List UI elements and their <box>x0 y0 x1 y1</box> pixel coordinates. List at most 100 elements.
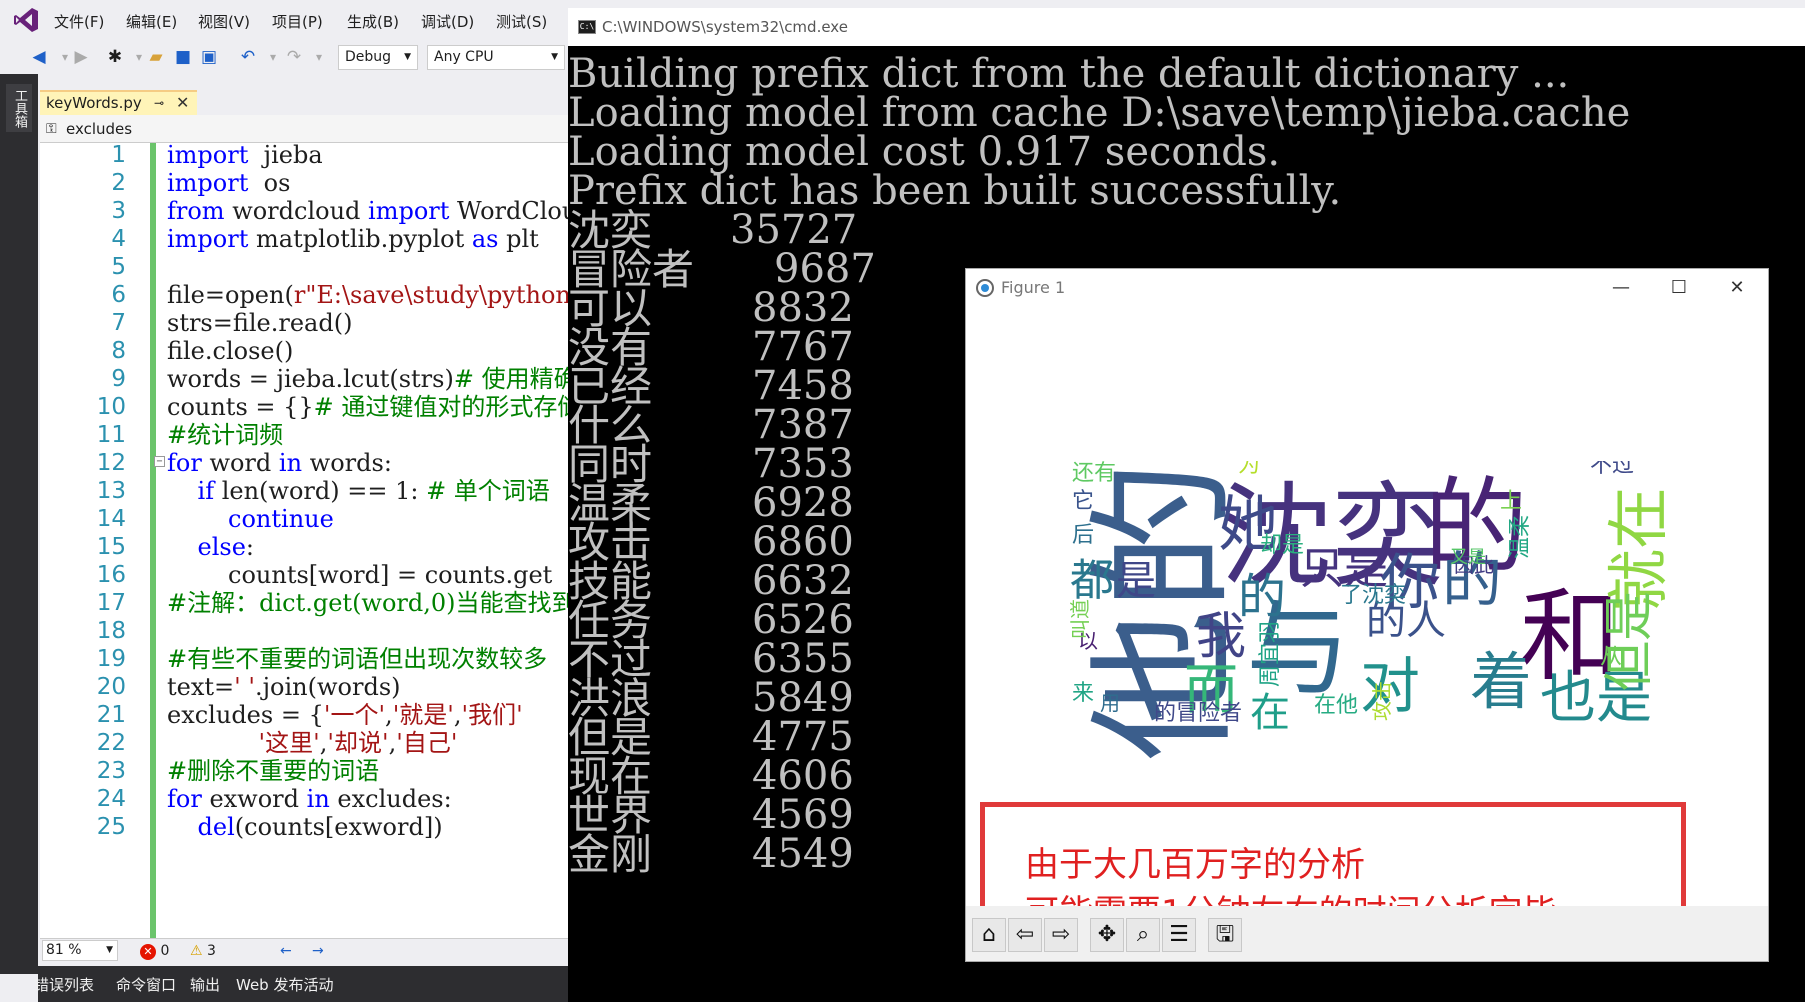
string-token: '就是' <box>392 701 454 729</box>
string-token: r"E:\save\study\python <box>293 281 571 309</box>
menu-build[interactable]: 生成(B) <box>347 11 399 32</box>
keyword-token: import <box>368 197 450 225</box>
code-token: os <box>248 169 291 197</box>
menu-project[interactable]: 项目(P) <box>272 11 323 32</box>
save-icon[interactable]: ■ <box>172 46 194 68</box>
code-editor[interactable]: 1 import jieba 2 import os 3 from wordcloud i… <box>40 143 606 938</box>
figure-title: Figure 1 <box>1001 278 1066 297</box>
code-token: words = jieba.lcut(strs) <box>167 365 454 393</box>
code-token: counts = {} <box>167 393 314 421</box>
open-folder-icon[interactable]: ▰ <box>145 46 167 68</box>
tab-command-window[interactable]: 命令窗口 <box>116 974 176 995</box>
close-button[interactable]: ✕ <box>1708 269 1766 307</box>
menu-debug[interactable]: 调试(D) <box>421 11 474 32</box>
visual-studio-logo-icon <box>14 8 38 32</box>
configure-icon[interactable]: ☰ <box>1162 918 1196 952</box>
cloud-word: 还有 <box>1072 461 1117 486</box>
keyword-token: del <box>197 813 235 841</box>
chevron-down-icon: ▼ <box>106 945 113 955</box>
keyword-token: import <box>167 225 249 253</box>
bottom-panel-tabs: 错误列表 命令窗口 输出 Web 发布活动 <box>34 966 608 1002</box>
error-icon: ✕ <box>140 944 156 960</box>
toolbox-tab[interactable]: 工具箱 <box>6 84 32 132</box>
keyword-token: for <box>167 785 202 813</box>
dropdown-arrow-icon[interactable]: ▾ <box>308 46 330 68</box>
next-issue-icon[interactable]: → <box>312 939 324 963</box>
keyword-token: in <box>278 449 303 477</box>
editor-status-bar: 81 % ▼ ✕ 0 ⚠ 3 ← → <box>40 938 606 963</box>
redo-icon[interactable]: ↷ <box>283 46 305 68</box>
warning-count-badge[interactable]: ⚠ 3 <box>190 939 216 963</box>
maximize-button[interactable]: ☐ <box>1650 269 1708 307</box>
keyword-token: continue <box>228 505 334 533</box>
collapse-icon[interactable]: − <box>154 456 165 467</box>
cloud-word: 为 <box>1238 461 1261 478</box>
comment-token: #注解：dict.get(word,0)当能查找到 <box>167 589 576 617</box>
menu-edit[interactable]: 编辑(E) <box>126 11 177 32</box>
cloud-word: 都 <box>1070 555 1114 606</box>
code-token: exword <box>201 785 307 813</box>
zoom-icon[interactable]: ⌕ <box>1126 918 1160 952</box>
cloud-word: 着 <box>1470 645 1533 718</box>
cloud-word: 不过 <box>1590 461 1635 478</box>
menu-file[interactable]: 文件(F) <box>54 11 104 32</box>
keyword-token: in <box>306 785 330 813</box>
code-token: jieba <box>263 143 323 169</box>
forward-icon[interactable]: ⇨ <box>1044 918 1078 952</box>
cloud-word: 了沈奕 <box>1340 583 1407 608</box>
word-cloud-image: 他的 沈奕的与和她就在你的只是都是我的而对着也是在但是 的人 还有为不过来用的冒险者在… <box>1070 461 1668 773</box>
tab-error-list[interactable]: 错误列表 <box>34 974 94 995</box>
figure-window[interactable]: Figure 1 — ☐ ✕ 他的 沈奕的与和她就在你的只是都是我的而对着也是在但… <box>965 268 1769 962</box>
menu-test[interactable]: 测试(S) <box>496 11 547 32</box>
navigation-bar[interactable]: ⚿ excludes <box>40 115 606 143</box>
close-icon[interactable]: ✕ <box>176 92 189 114</box>
dropdown-arrow-icon[interactable]: ▾ <box>262 46 284 68</box>
figure-titlebar[interactable]: Figure 1 — ☐ ✕ <box>966 269 1768 307</box>
code-token: words: <box>302 449 392 477</box>
solution-config-select[interactable]: Debug ▼ <box>338 45 418 70</box>
code-token: matplotlib.pyplot <box>248 225 472 253</box>
line-number: 25 <box>96 814 126 840</box>
home-icon[interactable]: ⌂ <box>972 918 1006 952</box>
undo-icon[interactable]: ↶ <box>237 46 259 68</box>
minimize-button[interactable]: — <box>1592 269 1650 307</box>
pin-icon[interactable]: ⊸ <box>154 92 164 114</box>
warning-count: 3 <box>207 943 216 959</box>
save-all-icon[interactable]: ▣ <box>198 46 220 68</box>
code-line[interactable]: 25 del(counts[exword]) <box>40 811 606 843</box>
figure-canvas[interactable]: 他的 沈奕的与和她就在你的只是都是我的而对着也是在但是 的人 还有为不过来用的冒险者在… <box>966 307 1768 949</box>
pan-icon[interactable]: ✥ <box>1090 918 1124 952</box>
error-count-badge[interactable]: ✕ 0 <box>140 939 169 963</box>
code-token: excludes = { <box>167 701 324 729</box>
tab-output[interactable]: 输出 <box>190 974 220 995</box>
cloud-word: 周宜羽 <box>1258 620 1283 687</box>
code-token: wordcloud <box>224 197 369 225</box>
code-token: excludes: <box>329 785 452 813</box>
code-token: .join(words) <box>254 673 401 701</box>
zoom-select[interactable]: 81 % ▼ <box>42 940 118 961</box>
navigate-forward-icon[interactable]: ▶ <box>70 46 92 68</box>
code-token: plt <box>498 225 539 253</box>
cloud-word: 叫道 <box>1070 599 1092 639</box>
editor-tab-keywords[interactable]: keyWords.py ⊸ ✕ <box>40 90 197 115</box>
code-token: text= <box>167 673 235 701</box>
cloud-word: 从 <box>1600 645 1623 670</box>
keyword-token: from <box>167 197 225 225</box>
comment-token: # 单个词语 <box>426 477 550 505</box>
cmd-titlebar[interactable]: C:\ C:\WINDOWS\system32\cmd.exe <box>568 8 1805 46</box>
solution-platform-select[interactable]: Any CPU ▼ <box>427 45 565 70</box>
code-token: , <box>453 701 462 729</box>
new-project-icon[interactable]: ✱ <box>104 46 126 68</box>
save-icon[interactable]: 🖫 <box>1208 918 1242 952</box>
code-token: len(word) == 1: <box>214 477 427 505</box>
menu-view[interactable]: 视图(V) <box>198 11 250 32</box>
back-icon[interactable]: ⇦ <box>1008 918 1042 952</box>
navigate-back-icon[interactable]: ◀ <box>28 46 50 68</box>
cmd-title: C:\WINDOWS\system32\cmd.exe <box>602 18 848 36</box>
log-line: Prefix dict has been built successfully. <box>568 168 1342 214</box>
cloud-word: 攻击 <box>1370 681 1394 721</box>
tab-web-publish-activity[interactable]: Web 发布活动 <box>236 974 333 995</box>
previous-issue-icon[interactable]: ← <box>280 939 292 963</box>
figure-toolbar: ⌂ ⇦ ⇨ ✥ ⌕ ☰ 🖫 <box>966 906 1768 961</box>
